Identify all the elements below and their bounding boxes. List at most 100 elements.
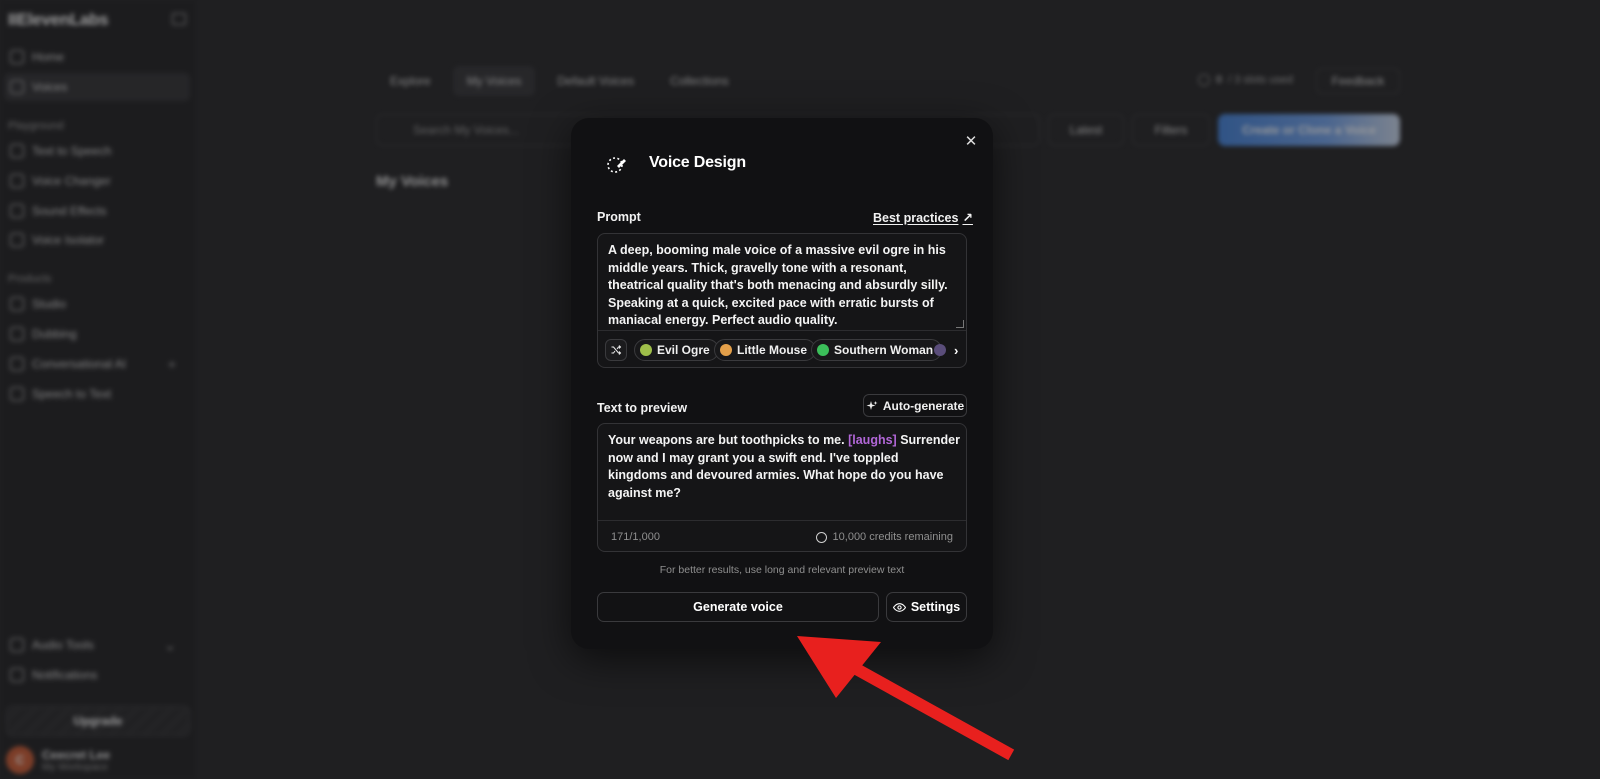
chip-label: Little Mouse xyxy=(737,343,808,357)
preview-textarea[interactable]: Your weapons are but toothpicks to me. [… xyxy=(597,423,967,552)
credits-remaining: 10,000 credits remaining xyxy=(815,531,953,543)
voice-isolator-icon xyxy=(10,233,24,247)
dubbing-icon xyxy=(10,327,24,341)
credits-text: 10,000 credits remaining xyxy=(832,531,953,543)
sidebar-item-label: Conversational AI xyxy=(32,357,127,371)
sort-latest-button[interactable]: Latest xyxy=(1048,114,1124,146)
external-arrow-icon: ↗ xyxy=(962,211,973,225)
preview-text[interactable]: Your weapons are but toothpicks to me. [… xyxy=(608,432,960,502)
section-playground: Playground xyxy=(8,120,64,132)
tab-default-voices[interactable]: Default Voices xyxy=(543,66,648,96)
sidebar-item-label: Notifications xyxy=(32,668,98,682)
generate-voice-button[interactable]: Generate voice xyxy=(597,592,879,622)
preview-label: Text to preview xyxy=(597,401,688,415)
sidebar-item-conversational-ai[interactable]: Conversational AI + xyxy=(4,350,190,378)
tab-collections[interactable]: Collections xyxy=(656,66,743,96)
slots-circle-icon xyxy=(1198,74,1210,86)
voice-design-modal: ✕ Voice Design Prompt Best practices ↗ A… xyxy=(571,118,993,649)
sidebar-item-voice-changer[interactable]: Voice Changer xyxy=(4,167,190,195)
preview-hint: For better results, use long and relevan… xyxy=(659,564,905,576)
home-icon xyxy=(10,50,24,64)
upgrade-button[interactable]: Upgrade xyxy=(6,706,190,736)
section-products: Products xyxy=(8,273,52,285)
user-profile[interactable]: C Ceecret Lee My Workspace xyxy=(6,744,192,776)
sidebar-item-audio-tools[interactable]: Audio Tools ⌄ xyxy=(4,631,190,659)
sidebar-item-notifications[interactable]: Notifications xyxy=(4,661,190,689)
voice-changer-icon xyxy=(10,174,24,188)
sidebar-item-home[interactable]: Home xyxy=(4,43,190,71)
close-icon[interactable]: ✕ xyxy=(962,132,980,150)
voice-design-icon xyxy=(607,157,626,173)
tab-explore[interactable]: Explore xyxy=(376,66,445,96)
resize-handle-icon[interactable] xyxy=(956,320,964,328)
char-count: 171/1,000 xyxy=(611,531,660,543)
sidebar-item-dubbing[interactable]: Dubbing xyxy=(4,320,190,348)
laughs-tag: [laughs] xyxy=(848,433,897,447)
sidebar-item-label: Voice Changer xyxy=(32,174,111,188)
chip-dot-icon xyxy=(817,344,829,356)
feedback-button[interactable]: Feedback xyxy=(1316,68,1400,94)
sidebar-item-text-to-speech[interactable]: Text to Speech xyxy=(4,137,190,165)
prompt-textarea[interactable]: A deep, booming male voice of a massive … xyxy=(597,233,967,368)
sidebar-item-label: Studio xyxy=(32,297,67,311)
audio-tools-icon xyxy=(10,638,24,652)
sidebar-collapse-icon[interactable] xyxy=(172,13,186,25)
shuffle-button[interactable] xyxy=(605,339,627,361)
create-clone-voice-button[interactable]: Create or Clone a Voice xyxy=(1218,114,1400,146)
prompt-label: Prompt xyxy=(597,210,641,224)
auto-generate-button[interactable]: Auto-generate xyxy=(863,394,967,417)
example-chips: Evil Ogre Little Mouse Southern Woman › xyxy=(598,330,966,368)
tab-my-voices[interactable]: My Voices xyxy=(452,66,536,96)
avatar: C xyxy=(6,746,34,774)
sound-effects-icon xyxy=(10,204,24,218)
settings-button[interactable]: Settings xyxy=(886,592,967,622)
sidebar-item-label: Text to Speech xyxy=(32,144,112,158)
chevron-down-icon: ⌄ xyxy=(164,636,176,653)
chip-dot-icon xyxy=(720,344,732,356)
sidebar-item-label: Home xyxy=(32,50,65,64)
best-practices-text: Best practices xyxy=(873,210,959,225)
sidebar-item-label: Voices xyxy=(32,80,68,94)
chip-evil-ogre[interactable]: Evil Ogre xyxy=(634,339,719,361)
voices-icon xyxy=(10,80,24,94)
conversational-ai-icon xyxy=(10,357,24,371)
chip-dot-icon xyxy=(640,344,652,356)
modal-title: Voice Design xyxy=(649,154,746,171)
sparkle-icon xyxy=(866,400,878,410)
chip-label: Evil Ogre xyxy=(657,343,710,357)
logo: IIElevenLabs xyxy=(8,10,109,29)
bell-icon xyxy=(10,668,24,682)
chips-scroll-right[interactable]: › xyxy=(934,339,966,361)
preview-footer: 171/1,000 10,000 credits remaining xyxy=(598,520,966,552)
tts-icon xyxy=(10,144,24,158)
best-practices-link[interactable]: Best practices ↗ xyxy=(873,210,973,226)
user-name: Ceecret Lee xyxy=(42,747,111,762)
sidebar-item-sound-effects[interactable]: Sound Effects xyxy=(4,197,190,225)
shuffle-icon xyxy=(611,345,622,355)
expand-plus-icon[interactable]: + xyxy=(168,356,176,372)
workspace-name: My Workspace xyxy=(42,761,108,773)
slots-text: / 3 slots used xyxy=(1228,74,1293,86)
sidebar: IIElevenLabs Home Voices Playground Text… xyxy=(0,0,198,779)
prompt-text[interactable]: A deep, booming male voice of a massive … xyxy=(608,242,960,330)
filters-button[interactable]: Filters xyxy=(1132,114,1210,146)
chip-southern-woman[interactable]: Southern Woman xyxy=(811,339,943,361)
preview-text-part: Your weapons are but toothpicks to me. xyxy=(608,433,845,447)
chip-little-mouse[interactable]: Little Mouse xyxy=(714,339,817,361)
top-tabs: Explore My Voices Default Voices Collect… xyxy=(376,66,743,96)
settings-label: Settings xyxy=(910,600,961,614)
slots-usage: 0 / 3 slots used xyxy=(1198,74,1293,86)
sidebar-item-speech-to-text[interactable]: Speech to Text xyxy=(4,380,190,408)
sidebar-item-voice-isolator[interactable]: Voice Isolator xyxy=(4,226,190,254)
chevron-right-icon: › xyxy=(954,342,959,358)
chip-label: Southern Woman xyxy=(834,343,934,357)
sidebar-item-voices[interactable]: Voices xyxy=(4,73,190,101)
studio-icon xyxy=(10,297,24,311)
credits-circle-icon xyxy=(815,531,827,543)
sidebar-item-label: Sound Effects xyxy=(32,204,107,218)
page-title: My Voices xyxy=(376,173,449,190)
sidebar-item-label: Dubbing xyxy=(32,327,77,341)
eye-icon xyxy=(892,602,906,612)
sidebar-item-label: Speech to Text xyxy=(32,387,112,401)
sidebar-item-studio[interactable]: Studio xyxy=(4,290,190,318)
